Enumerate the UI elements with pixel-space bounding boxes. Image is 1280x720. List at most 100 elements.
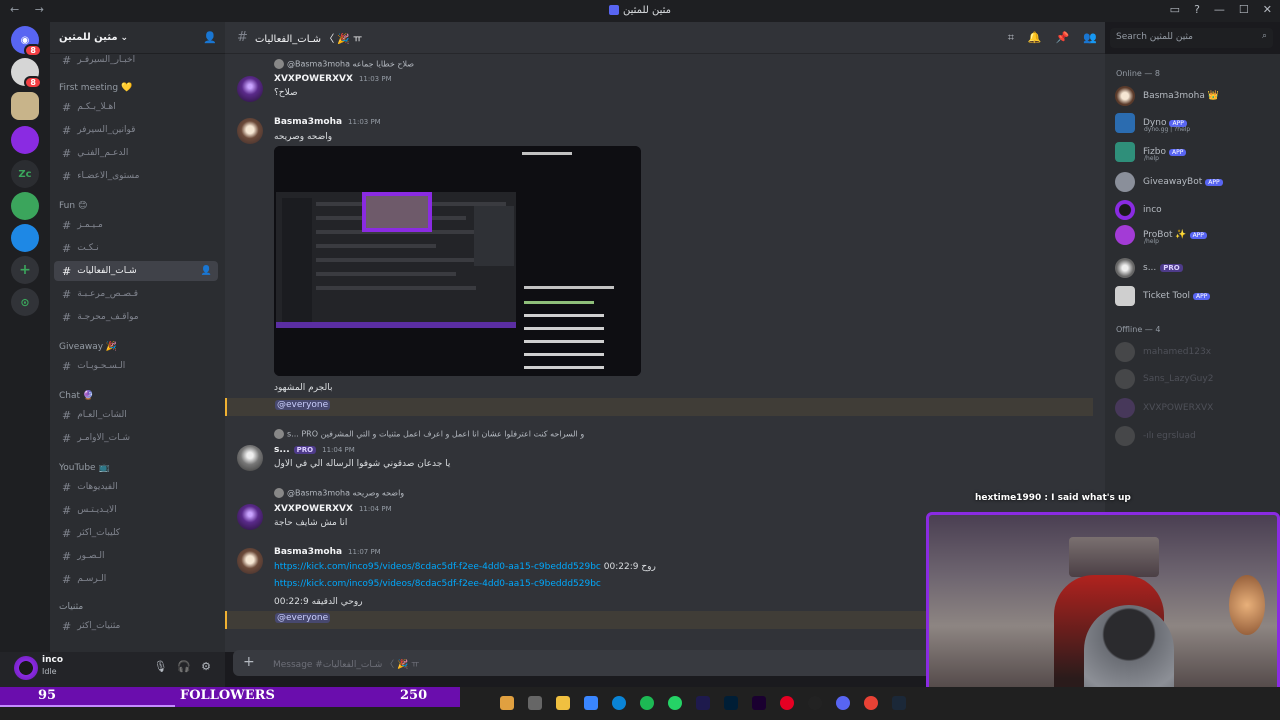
channel-item[interactable]: # قـصـص_مرعـبـة xyxy=(54,284,218,304)
channel-item[interactable]: # الدعـم_الفنـي xyxy=(54,143,218,163)
channel-item[interactable]: # مـيـمـز xyxy=(54,215,218,235)
invite-icon[interactable]: 👤 xyxy=(203,31,217,44)
folder-icon[interactable] xyxy=(556,696,570,710)
chrome-icon[interactable] xyxy=(864,696,878,710)
members-icon[interactable]: 👥 xyxy=(1083,31,1097,45)
avatar[interactable] xyxy=(237,118,263,144)
channel-item[interactable]: # الـصـور xyxy=(54,546,218,566)
server-icon[interactable] xyxy=(11,126,39,154)
member-item[interactable]: -ılı egrsluad xyxy=(1115,425,1275,447)
microphone-icon[interactable]: 🎙 xyxy=(153,660,167,673)
channel-item[interactable]: # الفيديوهات xyxy=(54,477,218,497)
channel-item[interactable]: # نـكـت xyxy=(54,238,218,258)
channel-item[interactable]: # اخبـار_السيرفـر xyxy=(54,50,218,70)
discord-icon[interactable] xyxy=(836,696,850,710)
add-server-icon[interactable]: + xyxy=(11,256,39,284)
app-icon[interactable] xyxy=(528,696,542,710)
category-header[interactable]: Fun 😊 xyxy=(59,201,87,211)
server-icon[interactable] xyxy=(11,192,39,220)
plus-icon[interactable]: + xyxy=(243,654,255,670)
message-author[interactable]: XVXPOWERXVX 11:03 PM xyxy=(274,74,392,84)
channel-item[interactable]: # الايـديـتـس xyxy=(54,500,218,520)
channel-item[interactable]: # مواقـف_محرجـة xyxy=(54,307,218,327)
maximize-icon[interactable]: ☐ xyxy=(1239,3,1249,16)
close-icon[interactable]: ✕ xyxy=(1263,3,1272,16)
category-header[interactable]: Chat 🔮 xyxy=(59,391,94,401)
member-item[interactable]: inco xyxy=(1115,199,1275,221)
member-item[interactable]: Sans_LazyGuy2 xyxy=(1115,368,1275,390)
followers-current: 95 xyxy=(38,688,57,703)
discover-icon[interactable]: ⊙ xyxy=(11,288,39,316)
member-item[interactable]: mahamed123x xyxy=(1115,341,1275,363)
channel-item-active[interactable]: # شـات_الفعاليات 👤 xyxy=(54,261,218,281)
message-author[interactable]: Basma3moha 11:03 PM xyxy=(274,117,381,127)
help-icon[interactable]: ? xyxy=(1194,3,1200,16)
message-author[interactable]: XVXPOWERXVX 11:04 PM xyxy=(274,504,392,514)
avatar[interactable] xyxy=(14,656,38,680)
discord-home-icon[interactable]: ◉ 8 xyxy=(11,26,42,57)
channel-item[interactable]: # الشات_العـام xyxy=(54,405,218,425)
channel-item[interactable]: # اهـلا_بـكـم xyxy=(54,97,218,117)
edge-icon[interactable] xyxy=(612,696,626,710)
premiere-icon[interactable] xyxy=(696,696,710,710)
everyone-mention[interactable]: @everyone xyxy=(275,613,331,623)
video-link[interactable]: https://kick.com/inco95/videos/8cdac5df-… xyxy=(274,562,601,572)
whatsapp-icon[interactable] xyxy=(668,696,682,710)
member-item[interactable]: Fizbo APP/help xyxy=(1115,141,1275,163)
channel-label: شـات_الفعاليات xyxy=(77,266,137,276)
threads-icon[interactable]: ⌗ xyxy=(1008,31,1014,45)
member-item[interactable]: XVXPOWERXVX xyxy=(1115,397,1275,419)
photoshop-icon[interactable] xyxy=(724,696,738,710)
pinterest-icon[interactable] xyxy=(780,696,794,710)
category-header[interactable]: First meeting 💛 xyxy=(59,83,132,93)
member-name: Basma3moha 👑 xyxy=(1143,91,1219,101)
channel-item[interactable]: # مستوى_الاعضـاء xyxy=(54,166,218,186)
channel-item[interactable]: # الـرسـم xyxy=(54,569,218,589)
server-icon-zc[interactable]: Zc xyxy=(11,160,39,188)
reply-preview[interactable]: @Basma3moha واضحه وصريحه xyxy=(274,488,404,498)
search-input[interactable]: Search مثين للمثين ⌕ xyxy=(1110,28,1273,48)
avatar[interactable] xyxy=(237,548,263,574)
member-item[interactable]: Ticket Tool APP xyxy=(1115,285,1275,307)
member-item[interactable]: GiveawayBot APP xyxy=(1115,171,1275,193)
member-item[interactable]: Basma3moha 👑 xyxy=(1115,85,1275,107)
headphones-icon[interactable]: 🎧 xyxy=(177,660,191,673)
channel-item[interactable]: # قوانين_السيرفر xyxy=(54,120,218,140)
inbox-icon[interactable]: ▭ xyxy=(1170,3,1180,16)
obs-icon[interactable] xyxy=(808,696,822,710)
after-effects-icon[interactable] xyxy=(752,696,766,710)
category-header[interactable]: YouTube 📺 xyxy=(59,463,110,473)
server-icon[interactable]: 8 xyxy=(11,58,42,89)
server-icon[interactable] xyxy=(11,92,39,120)
reply-preview[interactable]: s... PRO و السراحه كنت اعترفلوا عشان انا… xyxy=(274,429,584,439)
avatar[interactable] xyxy=(237,445,263,471)
channel-item[interactable]: # كليبات_اكثر xyxy=(54,523,218,543)
avatar[interactable] xyxy=(237,504,263,530)
member-item[interactable]: ProBot ✨ APP/help xyxy=(1115,224,1275,246)
minimize-icon[interactable]: — xyxy=(1214,3,1225,16)
message-author[interactable]: Basma3moha 11:07 PM xyxy=(274,547,381,557)
channel-item[interactable]: # مثنيات_اكثر xyxy=(54,616,218,636)
everyone-mention[interactable]: @everyone xyxy=(275,400,331,410)
file-explorer-icon[interactable] xyxy=(500,696,514,710)
channel-item[interactable]: # شـات_الاوامـر xyxy=(54,428,218,448)
invite-icon[interactable]: 👤 xyxy=(201,266,212,276)
screenshot-attachment[interactable] xyxy=(274,146,641,376)
spotify-icon[interactable] xyxy=(640,696,654,710)
pin-icon[interactable]: 📌 xyxy=(1056,31,1070,45)
username[interactable]: inco xyxy=(42,655,63,665)
bell-icon[interactable]: 🔔 xyxy=(1028,31,1042,45)
store-icon[interactable] xyxy=(584,696,598,710)
category-header[interactable]: Giveaway 🎉 xyxy=(59,342,117,352)
server-icon[interactable] xyxy=(11,224,39,252)
category-header[interactable]: مثنيات xyxy=(59,602,83,612)
video-link[interactable]: https://kick.com/inco95/videos/8cdac5df-… xyxy=(274,579,601,589)
steam-icon[interactable] xyxy=(892,696,906,710)
channel-item[interactable]: # الـسـحـوبـات xyxy=(54,356,218,376)
message-author[interactable]: s... PRO 11:04 PM xyxy=(274,445,355,455)
avatar[interactable] xyxy=(237,76,263,102)
gear-icon[interactable]: ⚙ xyxy=(201,660,211,673)
member-item[interactable]: Dyno APP dyno.gg | ?help xyxy=(1115,112,1275,134)
reply-preview[interactable]: @Basma3moha صلاح خطايا جماعه xyxy=(274,59,414,69)
member-item[interactable]: s... PRO xyxy=(1115,257,1275,279)
